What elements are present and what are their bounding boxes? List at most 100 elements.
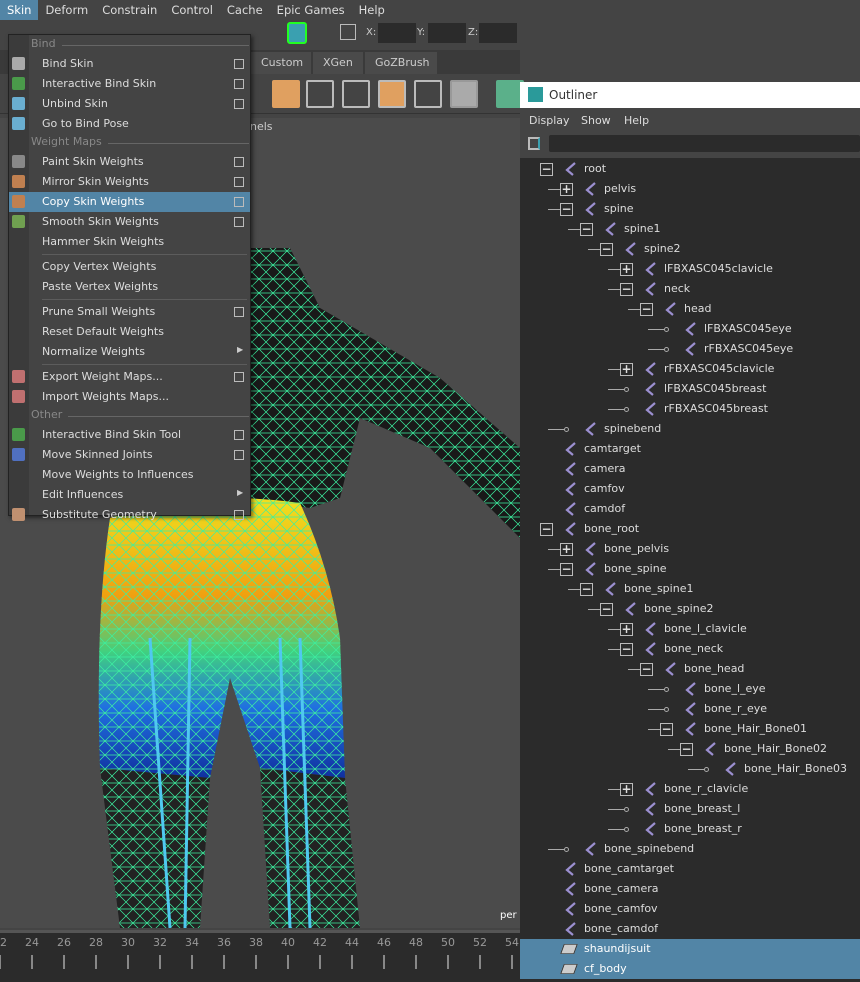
tab-xgen[interactable]: XGen <box>313 52 363 74</box>
collapse-icon[interactable]: − <box>560 203 573 216</box>
menu-skin[interactable]: Skin <box>0 0 39 20</box>
outliner-row[interactable]: + bone_l_clavicle <box>520 619 860 639</box>
menu-constrain[interactable]: Constrain <box>95 0 164 20</box>
menu-control[interactable]: Control <box>164 0 220 20</box>
collapse-icon[interactable]: − <box>600 603 613 616</box>
outliner-row[interactable]: bone_l_eye <box>520 679 860 699</box>
option-box-icon[interactable] <box>234 177 244 187</box>
option-box-icon[interactable] <box>234 217 244 227</box>
outliner-row[interactable]: − bone_spine1 <box>520 579 860 599</box>
option-box-icon[interactable] <box>234 197 244 207</box>
collapse-icon[interactable]: − <box>620 643 633 656</box>
collapse-icon[interactable]: − <box>540 523 553 536</box>
menu-help[interactable]: Help <box>352 0 392 20</box>
split-icon[interactable] <box>378 80 406 108</box>
option-box-icon[interactable] <box>234 372 244 382</box>
collapse-icon[interactable]: − <box>620 283 633 296</box>
expand-icon[interactable]: + <box>560 543 573 556</box>
option-box-icon[interactable] <box>234 79 244 89</box>
outliner-row[interactable]: shaundijsuit <box>520 939 860 959</box>
snap-icon[interactable] <box>287 22 307 44</box>
outliner-row[interactable]: − neck <box>520 279 860 299</box>
option-box-icon[interactable] <box>234 450 244 460</box>
outliner-row[interactable]: + rFBXASC045clavicle <box>520 359 860 379</box>
outliner-row[interactable]: − spine <box>520 199 860 219</box>
option-box-icon[interactable] <box>234 59 244 69</box>
option-box-icon[interactable] <box>234 430 244 440</box>
outliner-row[interactable]: − bone_root <box>520 519 860 539</box>
collapse-icon[interactable]: − <box>580 223 593 236</box>
menu-item-export-weight-maps[interactable]: Export Weight Maps... <box>9 367 250 387</box>
expand-icon[interactable]: + <box>620 623 633 636</box>
filter-icon[interactable] <box>528 137 540 150</box>
menu-epic-games[interactable]: Epic Games <box>270 0 352 20</box>
menu-item-move-weights-to-influences[interactable]: Move Weights to Influences <box>9 465 250 485</box>
menu-item-paint-skin-weights[interactable]: Paint Skin Weights <box>9 152 250 172</box>
outliner-row[interactable]: bone_r_eye <box>520 699 860 719</box>
menu-item-interactive-bind-skin[interactable]: Interactive Bind Skin <box>9 74 250 94</box>
outliner-row[interactable]: lFBXASC045eye <box>520 319 860 339</box>
tab-gozbrush[interactable]: GoZBrush <box>365 52 437 74</box>
time-slider[interactable]: 2224262830323436384042444648505254 <box>0 930 520 982</box>
y-field[interactable] <box>428 23 466 43</box>
menu-display[interactable]: Display <box>529 114 570 127</box>
outliner-row[interactable]: cf_body <box>520 959 860 979</box>
outliner-row[interactable]: rFBXASC045breast <box>520 399 860 419</box>
option-box-icon[interactable] <box>234 157 244 167</box>
expand-icon[interactable]: + <box>560 183 573 196</box>
outliner-row[interactable]: lFBXASC045breast <box>520 379 860 399</box>
x-field[interactable] <box>378 23 416 43</box>
menu-help[interactable]: Help <box>624 114 649 127</box>
menu-item-bind-skin[interactable]: Bind Skin <box>9 54 250 74</box>
outliner-row[interactable]: bone_camtarget <box>520 859 860 879</box>
collapse-icon[interactable]: − <box>660 723 673 736</box>
menu-item-smooth-skin-weights[interactable]: Smooth Skin Weights <box>9 212 250 232</box>
menu-item-interactive-bind-skin-tool[interactable]: Interactive Bind Skin Tool <box>9 425 250 445</box>
outliner-row[interactable]: − head <box>520 299 860 319</box>
outliner-row[interactable]: − bone_spine <box>520 559 860 579</box>
outliner-row[interactable]: camdof <box>520 499 860 519</box>
outliner-row[interactable]: + pelvis <box>520 179 860 199</box>
expand-icon[interactable]: + <box>620 783 633 796</box>
menu-item-hammer-skin-weights[interactable]: Hammer Skin Weights <box>9 232 250 252</box>
menu-item-copy-vertex-weights[interactable]: Copy Vertex Weights <box>9 257 250 277</box>
menu-item-import-weights-maps[interactable]: Import Weights Maps... <box>9 387 250 407</box>
outliner-row[interactable]: + lFBXASC045clavicle <box>520 259 860 279</box>
menu-item-copy-skin-weights[interactable]: Copy Skin Weights <box>9 192 250 212</box>
outliner-row[interactable]: + bone_r_clavicle <box>520 779 860 799</box>
menu-item-reset-default-weights[interactable]: Reset Default Weights <box>9 322 250 342</box>
expand-icon[interactable]: + <box>620 363 633 376</box>
panels-menu[interactable]: nels <box>250 120 273 133</box>
outliner-row[interactable]: − root <box>520 159 860 179</box>
outliner-row[interactable]: bone_breast_r <box>520 819 860 839</box>
collapse-icon[interactable]: − <box>560 563 573 576</box>
uv-vertical-icon[interactable] <box>342 80 370 108</box>
outliner-row[interactable]: bone_Hair_Bone03 <box>520 759 860 779</box>
outliner-row[interactable]: bone_camfov <box>520 899 860 919</box>
option-box-icon[interactable] <box>234 99 244 109</box>
menu-item-go-to-bind-pose[interactable]: Go to Bind Pose <box>9 114 250 134</box>
layout-icon[interactable] <box>450 80 478 108</box>
option-box-icon[interactable] <box>234 307 244 317</box>
outliner-row[interactable]: − bone_neck <box>520 639 860 659</box>
menu-item-unbind-skin[interactable]: Unbind Skin <box>9 94 250 114</box>
outliner-row[interactable]: rFBXASC045eye <box>520 339 860 359</box>
menu-item-prune-small-weights[interactable]: Prune Small Weights <box>9 302 250 322</box>
menu-item-mirror-skin-weights[interactable]: Mirror Skin Weights <box>9 172 250 192</box>
outliner-row[interactable]: − bone_spine2 <box>520 599 860 619</box>
outliner-row[interactable]: + bone_pelvis <box>520 539 860 559</box>
collapse-icon[interactable]: − <box>600 243 613 256</box>
collapse-icon[interactable]: − <box>540 163 553 176</box>
collapse-icon[interactable]: − <box>580 583 593 596</box>
outliner-row[interactable]: − spine1 <box>520 219 860 239</box>
outliner-row[interactable]: camtarget <box>520 439 860 459</box>
menu-item-substitute-geometry[interactable]: Substitute Geometry <box>9 505 250 525</box>
search-input[interactable] <box>549 135 860 152</box>
outliner-row[interactable]: bone_spinebend <box>520 839 860 859</box>
outliner-row[interactable]: bone_camera <box>520 879 860 899</box>
cube-icon[interactable] <box>272 80 300 108</box>
outliner-row[interactable]: − bone_Hair_Bone02 <box>520 739 860 759</box>
option-box-icon[interactable] <box>234 510 244 520</box>
uv-icon[interactable] <box>306 80 334 108</box>
menu-deform[interactable]: Deform <box>38 0 95 20</box>
